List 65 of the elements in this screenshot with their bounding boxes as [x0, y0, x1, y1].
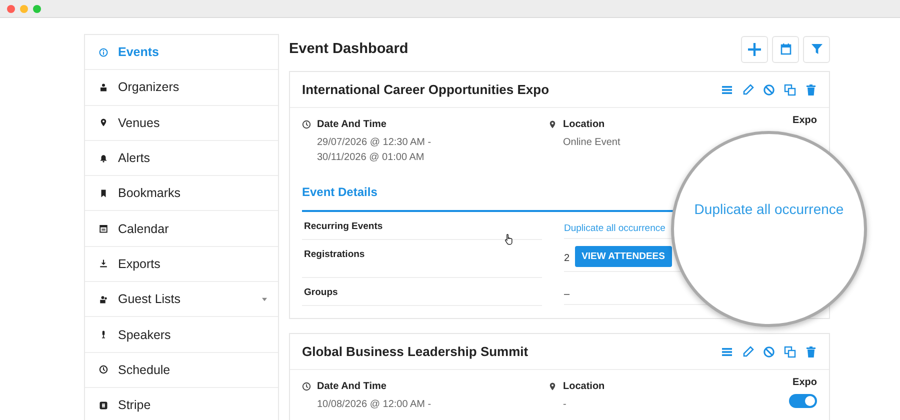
date-text: 30/11/2026 @ 01:00 AM	[316, 151, 426, 165]
sidebar-item[interactable]: Organizers	[85, 70, 278, 106]
date-text: 10/08/2026 @ 12:00 AM -	[316, 398, 432, 412]
event-title: Global Business Leadership Summit	[302, 344, 528, 359]
sidebar-item[interactable]: Speakers	[85, 317, 278, 353]
page-title: Event Dashboard	[289, 41, 408, 57]
people-icon	[99, 82, 108, 92]
stripe-icon	[99, 400, 108, 410]
copy-icon[interactable]	[784, 346, 796, 358]
menu-icon[interactable]	[721, 84, 733, 96]
expo-toggle[interactable]	[789, 394, 817, 408]
date-text: 29/07/2026 @ 12:30 AM -	[316, 136, 432, 150]
caret-icon[interactable]	[261, 296, 268, 302]
calendar-button[interactable]	[772, 36, 799, 62]
clock-icon	[302, 382, 311, 391]
filter-icon	[810, 43, 822, 55]
expo-label: Expo	[792, 377, 817, 388]
bookmark-icon	[99, 188, 108, 198]
copy-icon[interactable]	[784, 84, 796, 96]
groups-value: –	[564, 288, 570, 300]
location-pin-icon	[548, 382, 557, 391]
date-label: Date And Time	[317, 381, 386, 392]
sidebar-item[interactable]: Exports	[85, 246, 278, 282]
microphone-icon	[99, 330, 108, 340]
sidebar-item[interactable]: Guest Lists	[85, 282, 278, 318]
location-label: Location	[563, 119, 605, 130]
pencil-icon[interactable]	[742, 346, 754, 358]
clock-icon	[302, 120, 311, 129]
bell-icon	[99, 154, 108, 163]
minimize-dot[interactable]	[20, 4, 28, 12]
pencil-icon[interactable]	[742, 84, 754, 96]
calendar-icon	[99, 224, 108, 234]
sidebar-item[interactable]: Schedule	[85, 352, 278, 388]
info-icon	[99, 48, 108, 57]
add-button[interactable]	[741, 36, 768, 62]
trash-icon[interactable]	[805, 84, 817, 96]
location-text: -	[562, 398, 568, 412]
sidebar-item[interactable]: Venues	[85, 106, 278, 141]
registration-count: 2	[564, 253, 570, 264]
detail-label: Registrations	[302, 240, 542, 278]
hand-cursor-icon	[504, 233, 514, 245]
block-icon[interactable]	[763, 346, 775, 358]
download-icon	[99, 259, 108, 268]
date-label: Date And Time	[317, 119, 386, 130]
location-pin-icon	[99, 118, 108, 128]
location-label: Location	[563, 381, 605, 392]
sidebar-item[interactable]: Bookmarks	[85, 176, 278, 212]
detail-label: Groups	[302, 278, 542, 306]
close-dot[interactable]	[7, 4, 15, 12]
block-icon[interactable]	[763, 84, 775, 96]
sidebar-item[interactable]: Calendar	[85, 211, 278, 247]
trash-icon[interactable]	[805, 346, 817, 358]
location-text: Online Event	[562, 136, 622, 150]
people-icon	[99, 294, 108, 304]
sidebar-item[interactable]: Alerts	[85, 140, 278, 176]
sidebar-item[interactable]: Stripe	[85, 388, 278, 420]
menu-icon[interactable]	[721, 346, 733, 358]
plus-icon	[748, 42, 761, 56]
event-title: International Career Opportunities Expo	[302, 82, 550, 97]
filter-button[interactable]	[803, 36, 830, 62]
location-pin-icon	[548, 120, 557, 129]
clock-icon	[99, 365, 108, 374]
calendar-icon	[780, 43, 792, 55]
zoom-dot[interactable]	[33, 4, 41, 12]
expo-label: Expo	[792, 115, 817, 126]
